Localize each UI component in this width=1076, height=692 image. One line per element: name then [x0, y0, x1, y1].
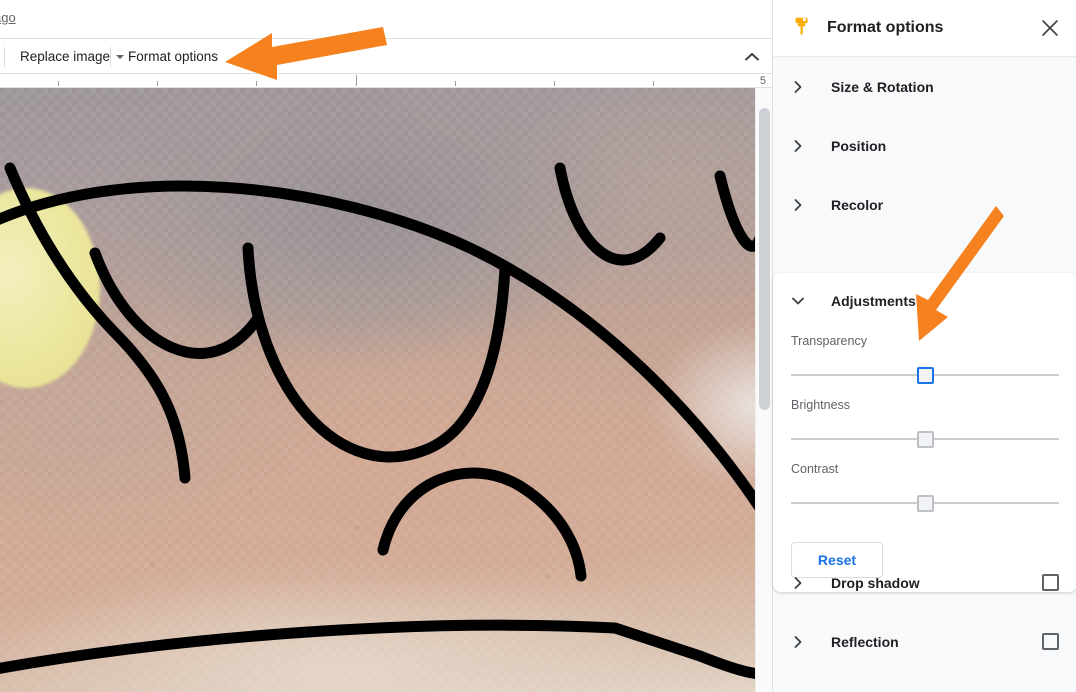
section-reflection[interactable]: Reflection: [773, 612, 1076, 671]
toggle-sections-container: Drop shadow Reflection: [773, 553, 1076, 671]
section-drop-shadow[interactable]: Drop shadow: [773, 553, 1076, 612]
chevron-right-icon: [791, 198, 805, 212]
format-options-panel: Format options Size & Rotation Position: [772, 0, 1076, 692]
drop-shadow-checkbox[interactable]: [1042, 574, 1059, 591]
transparency-slider-group: Transparency: [773, 334, 1076, 386]
contrast-slider[interactable]: [791, 492, 1059, 514]
section-label: Adjustments: [831, 292, 916, 309]
chevron-up-icon[interactable]: [740, 45, 764, 69]
close-icon[interactable]: [1036, 14, 1064, 42]
section-label: Recolor: [831, 196, 884, 213]
section-adjustments-toggle[interactable]: Adjustments: [773, 273, 1076, 328]
panel-title: Format options: [827, 19, 944, 36]
section-label: Drop shadow: [831, 574, 920, 591]
chevron-right-icon: [791, 635, 805, 649]
paint-roller-icon: [791, 15, 813, 42]
scrollbar-thumb[interactable]: [759, 108, 770, 410]
toolbar-separator-left: [4, 47, 5, 67]
image-format-toolbar: Replace image Format options: [0, 38, 772, 74]
reflection-checkbox[interactable]: [1042, 633, 1059, 650]
section-position[interactable]: Position: [773, 116, 1076, 175]
adjustments-section-card: Adjustments Transparency Brightness Cont…: [773, 273, 1076, 592]
replace-image-button[interactable]: Replace image: [13, 43, 131, 70]
transparency-label: Transparency: [791, 334, 867, 348]
section-label: Reflection: [831, 633, 899, 650]
last-edit-status[interactable]: ago: [0, 10, 16, 25]
image-canvas[interactable]: [0, 88, 755, 692]
toolbar-separator-middle: [110, 47, 111, 67]
contrast-label: Contrast: [791, 462, 839, 476]
section-label: Size & Rotation: [831, 78, 934, 95]
chevron-right-icon: [791, 576, 805, 590]
chevron-down-icon: [791, 294, 805, 308]
ruler-tick: [256, 81, 257, 86]
panel-header: Format options: [773, 0, 1076, 57]
replace-image-label: Replace image: [20, 49, 111, 64]
ruler-tick: [653, 81, 654, 86]
chevron-right-icon: [791, 139, 805, 153]
section-size-and-rotation[interactable]: Size & Rotation: [773, 57, 1076, 116]
ruler-tick: [554, 81, 555, 86]
brightness-slider-handle[interactable]: [916, 431, 934, 448]
transparency-slider[interactable]: [791, 364, 1059, 386]
horizontal-ruler[interactable]: 5: [0, 74, 772, 88]
chevron-right-icon: [791, 80, 805, 94]
brightness-label: Brightness: [791, 398, 851, 412]
section-label: Position: [831, 137, 887, 154]
line-art-overlay: [0, 162, 755, 679]
ruler-tick: [356, 75, 357, 86]
ruler-tick: [58, 81, 59, 86]
format-options-label: Format options: [128, 49, 219, 64]
ruler-tick: [157, 81, 158, 86]
format-options-button[interactable]: Format options: [121, 43, 225, 70]
contrast-slider-handle[interactable]: [916, 495, 934, 512]
transparency-slider-handle[interactable]: [916, 367, 934, 384]
ruler-tick: [455, 81, 456, 86]
brightness-slider[interactable]: [791, 428, 1059, 450]
contrast-slider-group: Contrast: [773, 462, 1076, 514]
ruler-label: 5: [759, 75, 766, 87]
section-recolor[interactable]: Recolor: [773, 175, 1076, 234]
canvas-vertical-scrollbar[interactable]: [755, 88, 772, 692]
brightness-slider-group: Brightness: [773, 398, 1076, 450]
